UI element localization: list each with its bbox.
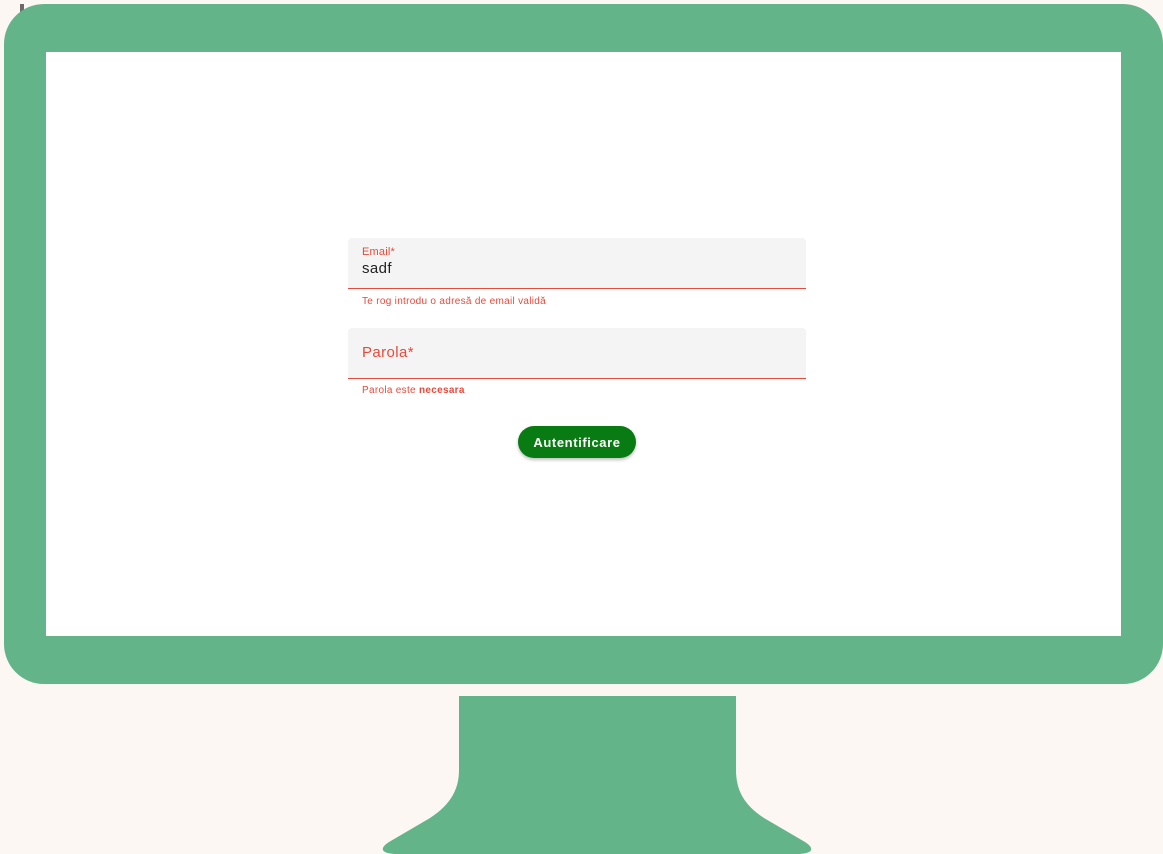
password-input[interactable]: [362, 344, 782, 361]
email-input[interactable]: [362, 260, 782, 277]
email-label: Email*: [362, 246, 395, 258]
password-error-prefix: Parola este: [362, 385, 419, 396]
login-button[interactable]: Autentificare: [518, 426, 636, 458]
password-field[interactable]: Parola*: [348, 328, 806, 379]
monitor-bezel: Email* Te rog introdu o adresă de email …: [4, 4, 1163, 684]
password-error-message: Parola este necesara: [362, 385, 465, 396]
email-field[interactable]: Email*: [348, 238, 806, 289]
email-error-message: Te rog introdu o adresă de email validă: [362, 296, 547, 307]
password-error-emphasis: necesara: [418, 385, 465, 396]
monitor-screen: Email* Te rog introdu o adresă de email …: [46, 52, 1121, 636]
stage: Email* Te rog introdu o adresă de email …: [0, 0, 1163, 854]
